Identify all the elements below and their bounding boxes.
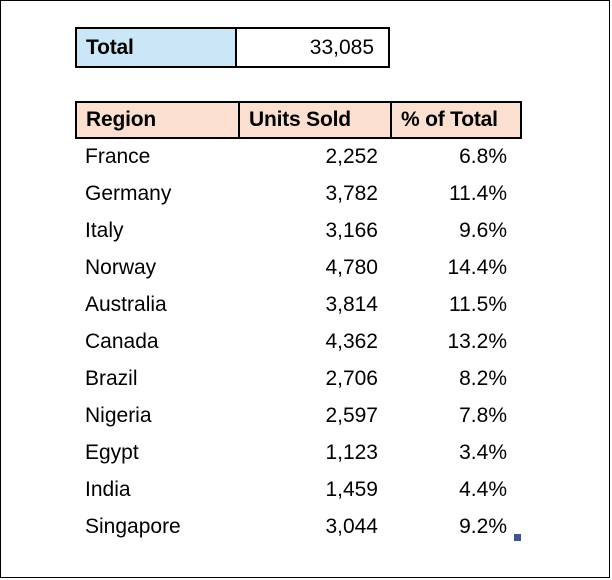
cell-pct-of-total[interactable]: 9.6% <box>391 212 521 249</box>
column-header-units-sold[interactable]: Units Sold <box>238 101 392 139</box>
cell-region[interactable]: Norway <box>76 249 239 286</box>
cell-units-sold[interactable]: 2,706 <box>239 360 391 397</box>
table-body: France 2,252 6.8% Germany 3,782 11.4% Italy 3,1… <box>76 138 521 545</box>
cell-pct-of-total[interactable]: 11.4% <box>391 175 521 212</box>
cell-pct-of-total[interactable]: 9.2% <box>391 508 521 545</box>
cell-pct-of-total[interactable]: 13.2% <box>391 323 521 360</box>
total-label: Total <box>86 35 134 59</box>
cell-region[interactable]: Egypt <box>76 434 239 471</box>
cell-pct-of-total[interactable]: 7.8% <box>391 397 521 434</box>
table-header: Region Units Sold % of Total <box>75 101 522 139</box>
table-row: Australia 3,814 11.5% <box>76 286 521 323</box>
cell-units-sold[interactable]: 3,044 <box>239 508 391 545</box>
cell-pct-of-total[interactable]: 6.8% <box>391 138 521 175</box>
cell-units-sold[interactable]: 1,459 <box>239 471 391 508</box>
total-label-cell[interactable]: Total <box>77 29 237 66</box>
table-row: India 1,459 4.4% <box>76 471 521 508</box>
cell-region[interactable]: Brazil <box>76 360 239 397</box>
cell-pct-of-total[interactable]: 14.4% <box>391 249 521 286</box>
region-units-table: Region Units Sold % of Total France 2,252… <box>75 101 522 545</box>
table-row: France 2,252 6.8% <box>76 138 521 175</box>
table-row: Egypt 1,123 3.4% <box>76 434 521 471</box>
total-summary-box[interactable]: Total 33,085 <box>75 27 390 68</box>
cell-units-sold[interactable]: 2,252 <box>239 138 391 175</box>
total-value: 33,085 <box>309 35 374 59</box>
table-row: Brazil 2,706 8.2% <box>76 360 521 397</box>
cell-region[interactable]: India <box>76 471 239 508</box>
cell-pct-of-total[interactable]: 11.5% <box>391 286 521 323</box>
cell-units-sold[interactable]: 3,166 <box>239 212 391 249</box>
cell-units-sold[interactable]: 3,782 <box>239 175 391 212</box>
cell-pct-of-total[interactable]: 4.4% <box>391 471 521 508</box>
total-value-cell[interactable]: 33,085 <box>237 29 388 66</box>
cell-region[interactable]: Italy <box>76 212 239 249</box>
table-row: Singapore 3,044 9.2% <box>76 508 521 545</box>
cell-pct-of-total[interactable]: 8.2% <box>391 360 521 397</box>
cell-region[interactable]: Germany <box>76 175 239 212</box>
table-row: Canada 4,362 13.2% <box>76 323 521 360</box>
table-row: Nigeria 2,597 7.8% <box>76 397 521 434</box>
cell-units-sold[interactable]: 3,814 <box>239 286 391 323</box>
cell-units-sold[interactable]: 4,362 <box>239 323 391 360</box>
table-row: Germany 3,782 11.4% <box>76 175 521 212</box>
header-row: Region Units Sold % of Total <box>75 101 522 139</box>
table-row: Norway 4,780 14.4% <box>76 249 521 286</box>
selection-fill-handle[interactable] <box>514 534 521 541</box>
cell-region[interactable]: France <box>76 138 239 175</box>
cell-region[interactable]: Australia <box>76 286 239 323</box>
table-row: Italy 3,166 9.6% <box>76 212 521 249</box>
cell-region[interactable]: Canada <box>76 323 239 360</box>
cell-region[interactable]: Singapore <box>76 508 239 545</box>
column-header-region[interactable]: Region <box>75 101 240 139</box>
spreadsheet-canvas: Total 33,085 Region Units Sold % of Tota… <box>0 0 610 578</box>
cell-units-sold[interactable]: 1,123 <box>239 434 391 471</box>
cell-pct-of-total[interactable]: 3.4% <box>391 434 521 471</box>
cell-units-sold[interactable]: 4,780 <box>239 249 391 286</box>
column-header-pct-of-total[interactable]: % of Total <box>390 101 522 139</box>
cell-units-sold[interactable]: 2,597 <box>239 397 391 434</box>
cell-region[interactable]: Nigeria <box>76 397 239 434</box>
